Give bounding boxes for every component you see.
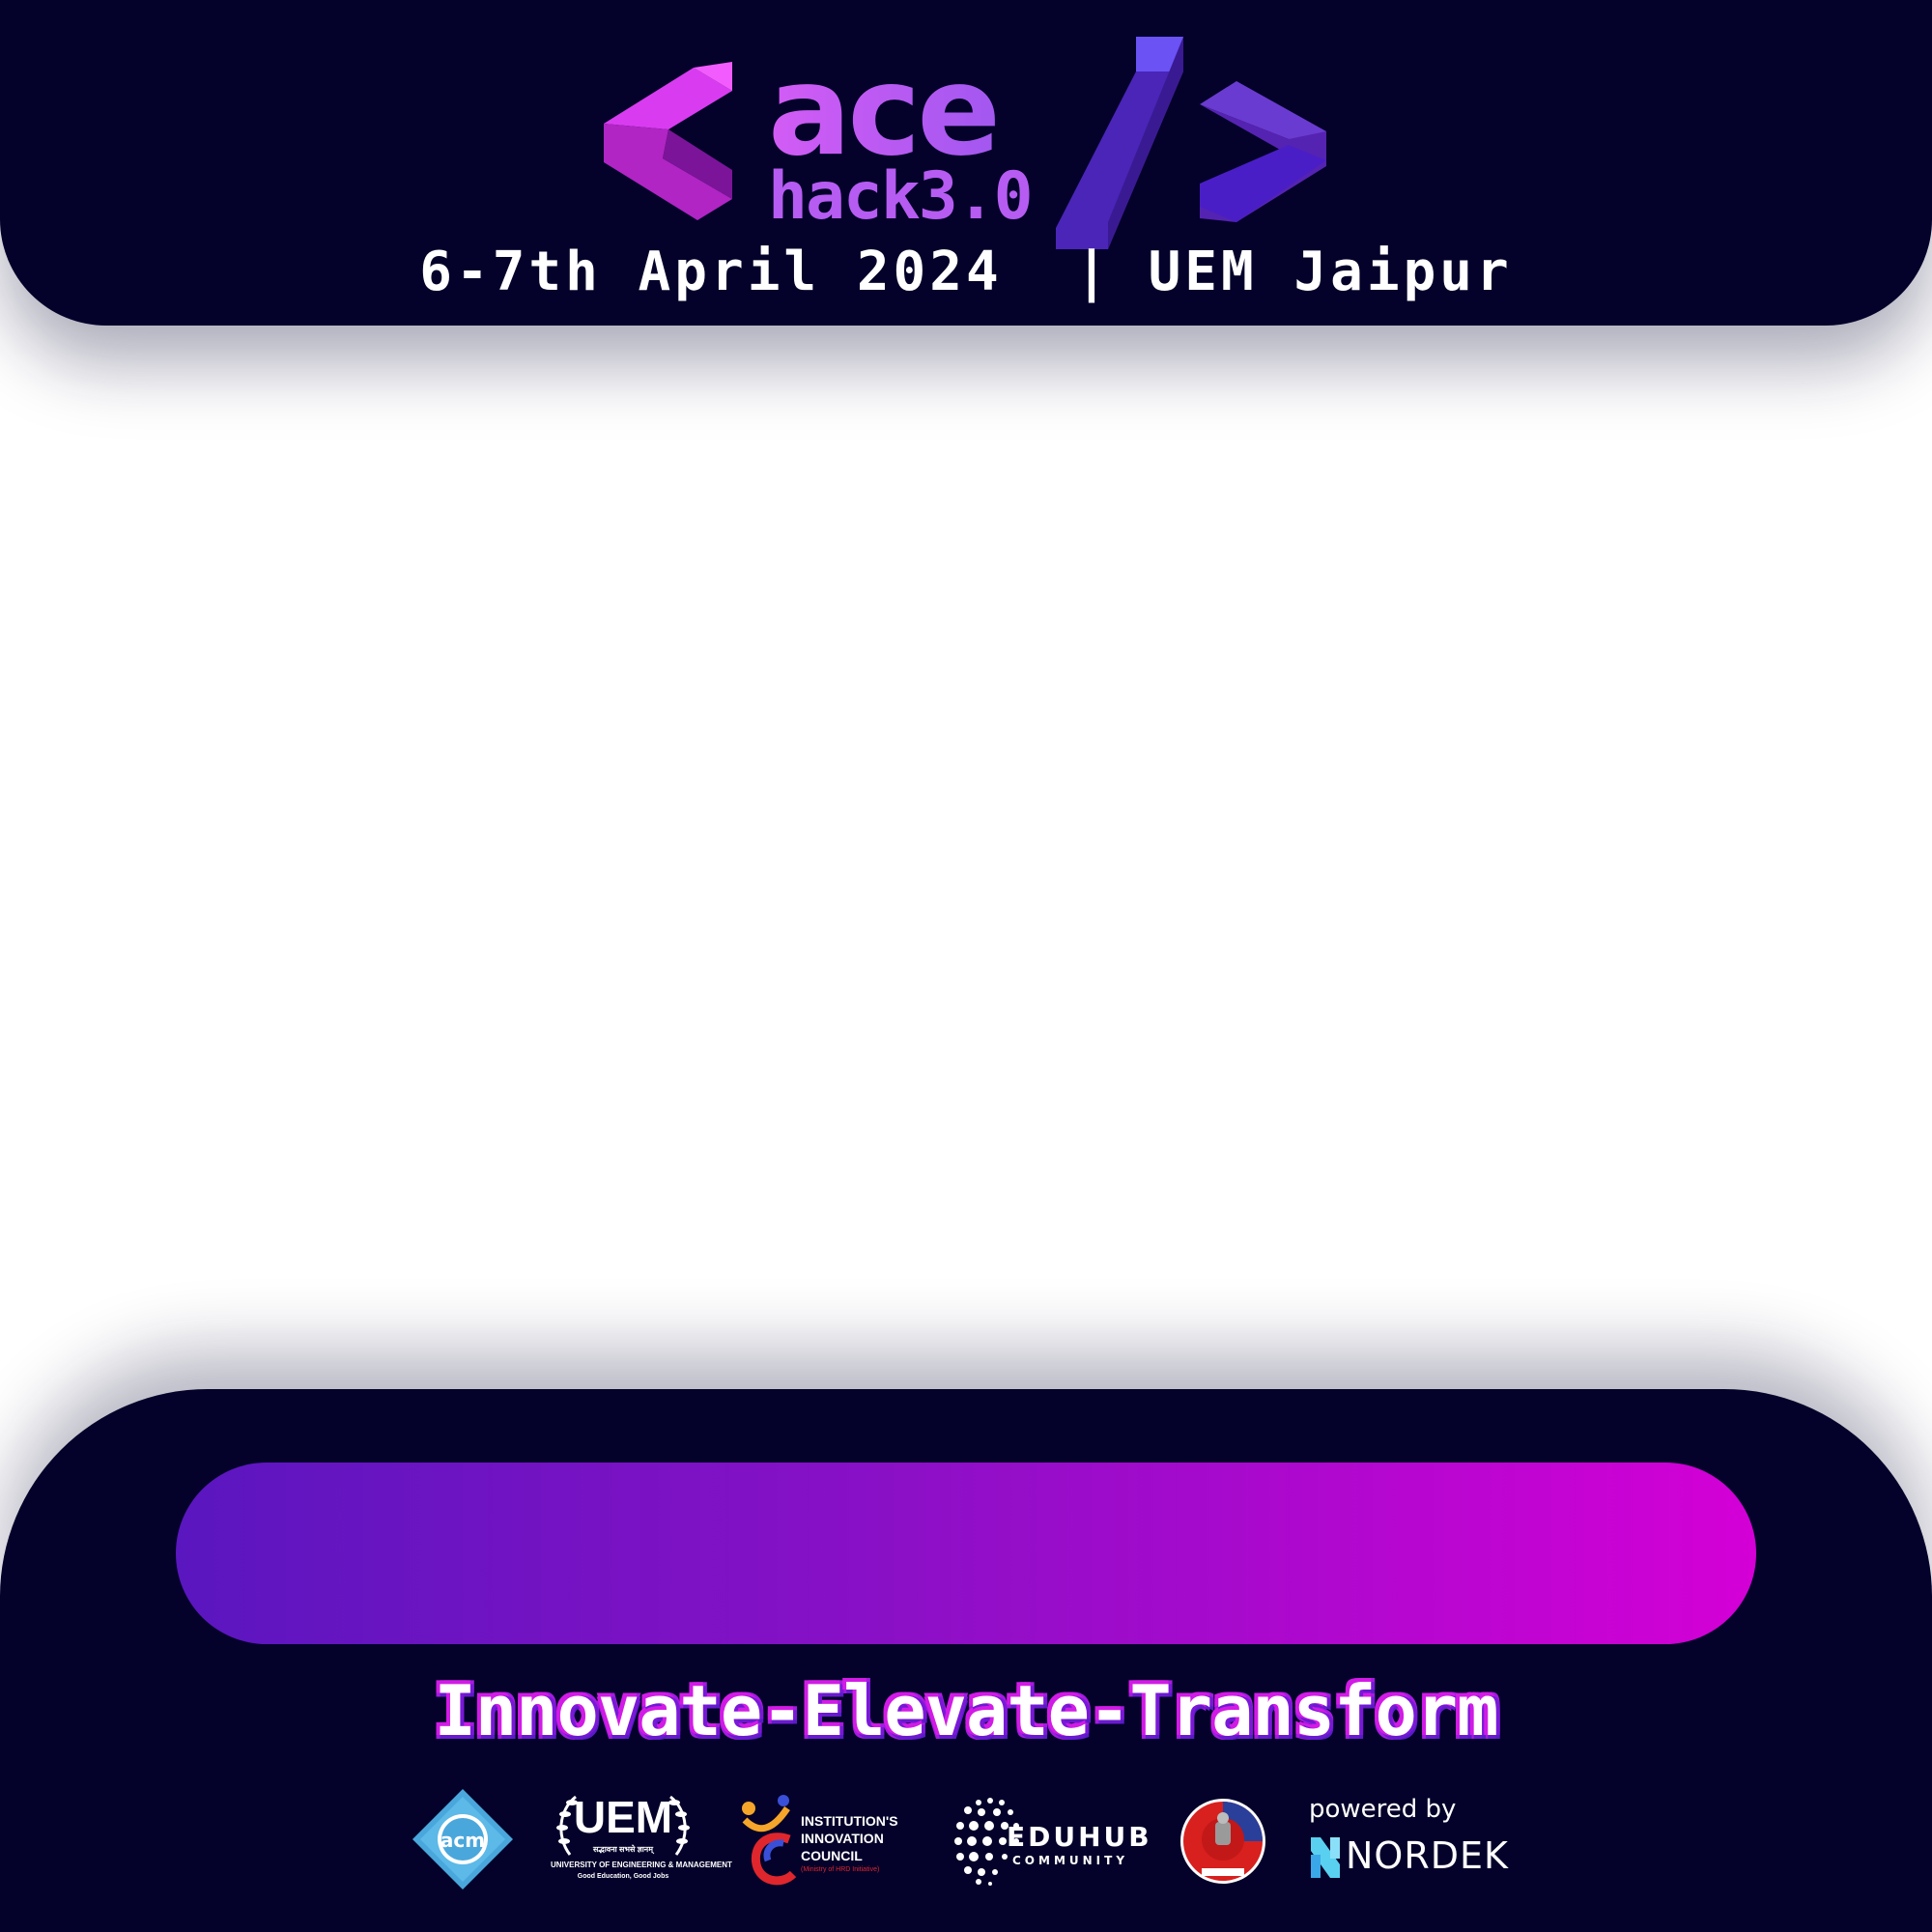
slash-icon: [1056, 37, 1183, 249]
uem-logo: UEM सद्भावना सभसे ज्ञानम् UNIVERSITY OF …: [551, 1787, 732, 1893]
nordek-icon: [1311, 1837, 1340, 1878]
acm-text: acm: [440, 1829, 485, 1852]
uem-hindi: सद्भावना सभसे ज्ञानम्: [592, 1845, 654, 1854]
bracket-right-icon: [1200, 81, 1326, 222]
iic-line-1: INSTITUTION'S: [801, 1813, 898, 1829]
sponsor-row: acm UEM सद्भावना सभसे ज्ञानम् UNIVERSITY…: [0, 1787, 1932, 1893]
nordek-text: NORDEK: [1346, 1834, 1509, 1877]
name-bar: [176, 1463, 1756, 1644]
police-emblem-logo: [1179, 1787, 1267, 1893]
eduhub-text: EDUHUB: [1007, 1821, 1152, 1853]
iic-logo: INSTITUTION'S INNOVATION COUNCIL (Minist…: [739, 1787, 913, 1893]
iic-line-2: INNOVATION: [801, 1831, 884, 1847]
header-panel: ace hack3.0 6-7th April 2024 | UEM Jaipu…: [0, 0, 1932, 326]
uem-motto: Good Education, Good Jobs: [577, 1873, 669, 1880]
bracket-left-icon: [604, 62, 732, 220]
eduhub-subtitle: COMMUNITY: [1012, 1854, 1129, 1867]
tagline: Innovate-Elevate-Transform: [434, 1670, 1498, 1751]
event-venue: UEM Jaipur: [1148, 241, 1513, 303]
uem-text: UEM: [573, 1792, 673, 1842]
eduhub-logo: EDUHUB COMMUNITY: [947, 1787, 1150, 1893]
iic-subtitle: (Ministry of HRD Initiative): [801, 1866, 880, 1873]
event-info: 6-7th April 2024 | UEM Jaipur: [0, 245, 1932, 299]
uem-full: UNIVERSITY OF ENGINEERING & MANAGEMENT: [551, 1861, 732, 1869]
iic-line-3: COUNCIL: [801, 1848, 863, 1864]
separator: |: [1075, 241, 1112, 303]
logo-hack-text: hack3.0: [768, 158, 1034, 235]
logo-ace-text: ace: [768, 40, 1001, 184]
iic-text: INSTITUTION'S INNOVATION COUNCIL: [801, 1812, 898, 1865]
powered-by-text: powered by: [1309, 1795, 1457, 1824]
acm-logo: acm: [411, 1787, 515, 1893]
nordek-logo: powered by NORDEK: [1309, 1787, 1531, 1893]
event-date: 6-7th April 2024: [419, 241, 1003, 303]
